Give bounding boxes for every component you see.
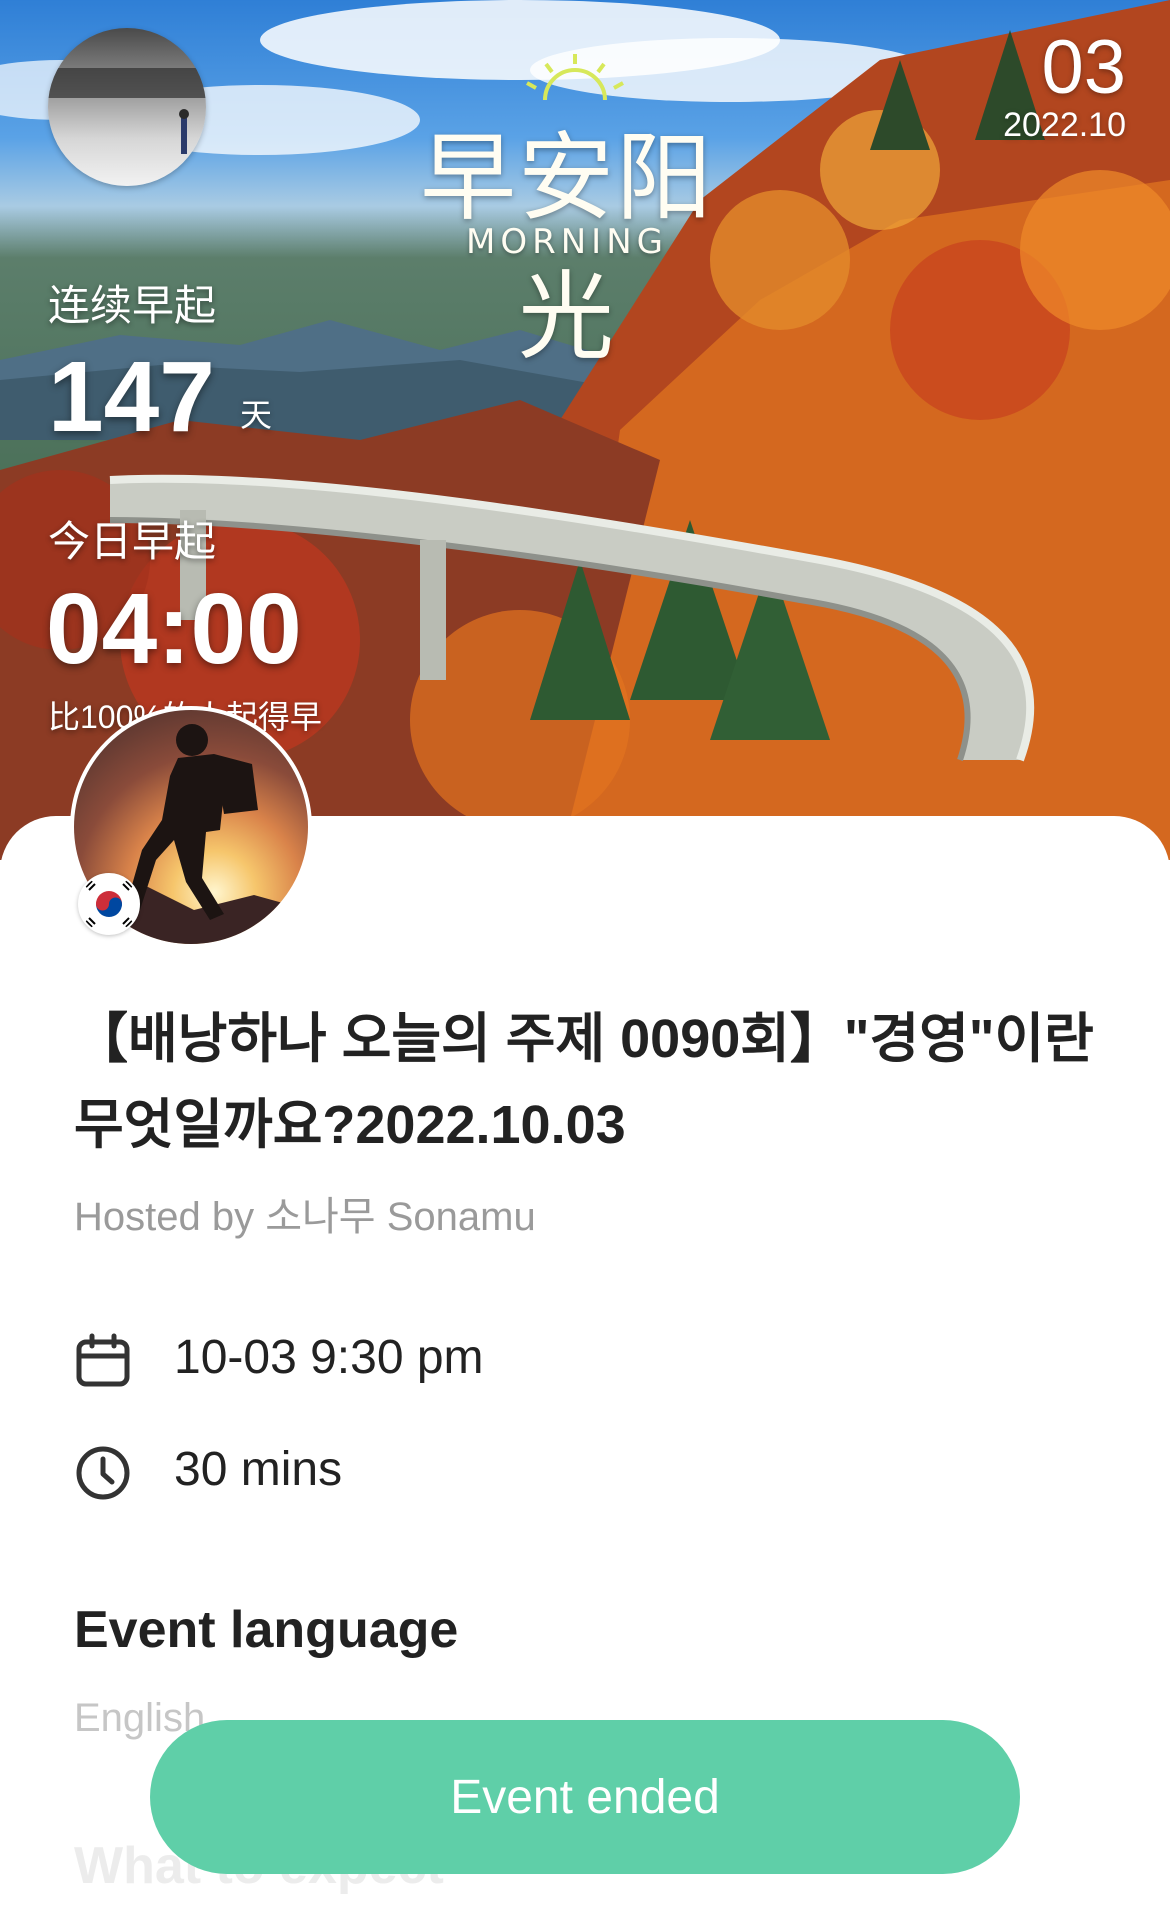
event-datetime: 10-03 9:30 pm [174,1331,484,1384]
clock-icon [76,1446,130,1500]
event-host[interactable]: Hosted by 소나무 Sonamu [74,1184,536,1242]
streak-label: 连续早起 [48,282,217,329]
streak-days: 147 [48,341,215,453]
event-title: 【배낭하나 오늘의 주제 0090회】"경영"이란 무엇일까요?2022.10.… [74,1009,1094,1155]
streak-unit: 天 [240,397,273,433]
event-duration: 30 mins [174,1443,343,1496]
event-ended-button[interactable]: Event ended [150,1720,1020,1874]
south-korea-flag-icon [78,873,140,935]
wake-time: 04:00 [46,573,302,685]
user-avatar[interactable] [48,28,206,186]
event-page: 早安阳光 MORNING 03 2022.10 连续早起 147 天 今日早起 … [0,0,1170,1915]
today-wake-label: 今日早起 [48,518,217,565]
calendar-icon [76,1333,130,1387]
poster-year-month: 2022.10 [1003,106,1126,144]
brand-logo-subtitle: MORNING [466,222,668,262]
event-language-heading: Event language [74,1601,459,1659]
user-avatar-photo [48,68,206,154]
poster-day: 03 [1041,25,1126,110]
